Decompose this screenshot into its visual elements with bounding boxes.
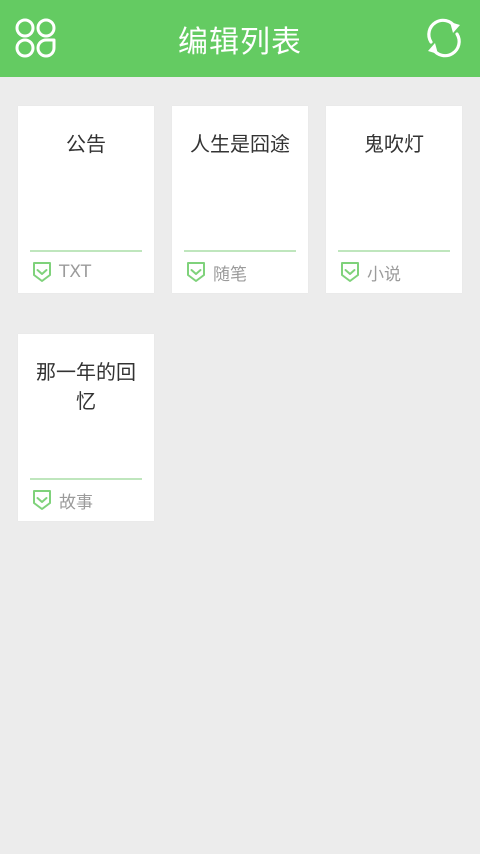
card-footer: 小说 xyxy=(340,260,401,285)
apps-grid-icon xyxy=(15,18,56,58)
list-card[interactable]: 鬼吹灯 小说 xyxy=(326,106,462,293)
card-divider xyxy=(30,250,142,252)
tag-icon xyxy=(32,489,52,511)
card-title: 那一年的回忆 xyxy=(36,360,136,413)
tag-label: 随笔 xyxy=(213,264,247,285)
apps-grid-button[interactable] xyxy=(12,14,60,62)
top-bar: 编辑列表 xyxy=(0,0,480,77)
card-title: 公告 xyxy=(66,132,106,156)
refresh-button[interactable] xyxy=(420,14,468,62)
card-divider xyxy=(338,250,450,252)
card-title: 鬼吹灯 xyxy=(364,132,424,156)
card-divider xyxy=(30,478,142,480)
refresh-icon xyxy=(427,18,461,58)
list-card[interactable]: 那一年的回忆 故事 xyxy=(18,334,154,521)
tag-icon xyxy=(32,261,52,283)
tag-label: TXT xyxy=(59,262,92,282)
list-card[interactable]: 公告 TXT xyxy=(18,106,154,293)
card-title: 人生是囧途 xyxy=(190,132,290,156)
card-footer: 随笔 xyxy=(186,260,247,285)
page-title: 编辑列表 xyxy=(178,24,302,60)
tag-icon xyxy=(186,261,206,283)
list-card[interactable]: 人生是囧途 随笔 xyxy=(172,106,308,293)
tag-label: 故事 xyxy=(59,492,93,513)
card-footer: 故事 xyxy=(32,488,93,513)
tag-icon xyxy=(340,261,360,283)
card-divider xyxy=(184,250,296,252)
card-footer: TXT xyxy=(32,260,91,284)
tag-label: 小说 xyxy=(367,264,401,285)
